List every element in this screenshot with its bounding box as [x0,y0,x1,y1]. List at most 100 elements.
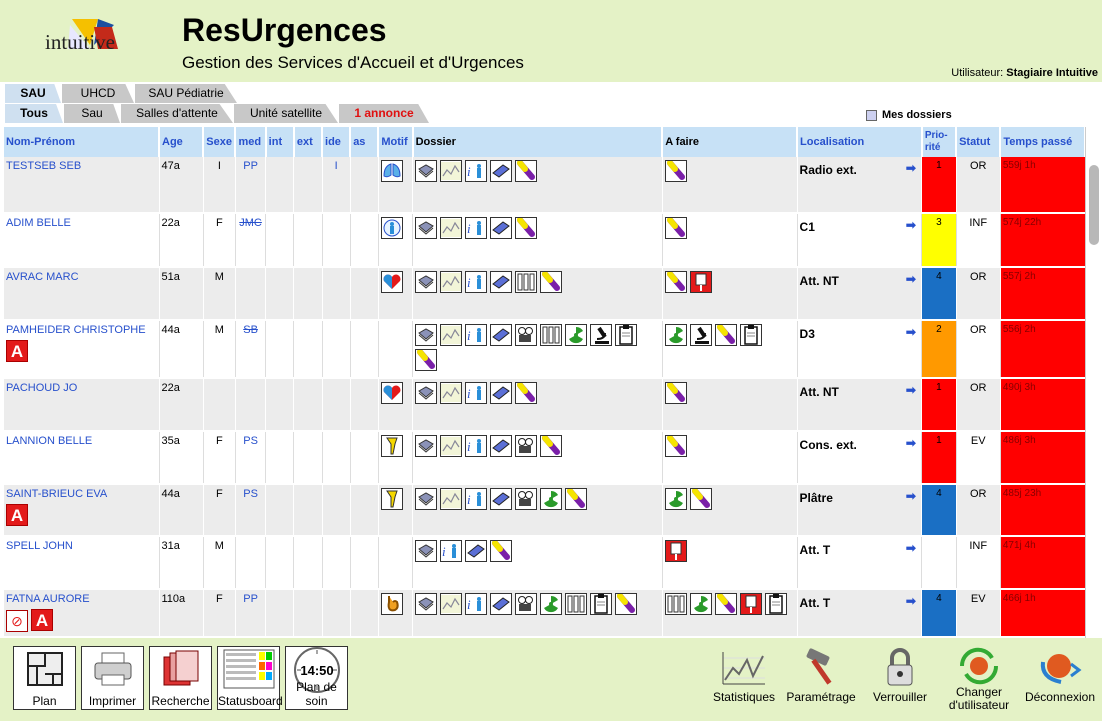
book-icon[interactable] [415,488,438,510]
cell-name[interactable]: FATNA AURORE ⊘ A [4,589,160,638]
vial-icon[interactable] [515,160,538,182]
info-icon[interactable]: i [465,217,488,239]
patient-name[interactable]: FATNA AURORE [6,593,157,605]
book-icon[interactable] [415,160,438,182]
table-row[interactable]: PACHOUD JO 22a i Att. NT ➡ 1 OR 490j 3h [4,378,1085,432]
tab-uhcd[interactable]: UHCD [62,84,134,103]
clipboard-icon[interactable] [615,324,638,346]
verrouiller-button[interactable]: Verrouiller [862,646,938,704]
radiation-icon[interactable] [540,593,563,615]
bone-icon[interactable] [380,435,403,457]
radiation-icon[interactable] [565,324,588,346]
parametrage-button[interactable]: Paramétrage [783,646,859,704]
vial-icon[interactable] [415,349,438,371]
vial-icon[interactable] [664,271,687,293]
cell-med[interactable] [235,267,267,321]
info-icon[interactable]: i [465,488,488,510]
camera-icon[interactable] [515,593,538,615]
cell-name[interactable]: SPELL JOHN [4,536,160,590]
plan-button[interactable]: Plan [13,646,76,710]
cell-priorite[interactable]: 1 [921,378,957,432]
notepad-icon[interactable] [490,160,513,182]
tab-tous[interactable]: Tous [5,104,63,123]
table-row[interactable]: SAINT-BRIEUC EVA A 44a F PS i Plâtre ➡ 4 OR 485j 2… [4,484,1085,537]
cell-ide[interactable] [322,431,351,485]
vial-icon[interactable] [714,593,737,615]
clipboard-icon[interactable] [764,593,787,615]
col-nom[interactable]: Nom-Prénom [4,127,160,157]
cell-ext[interactable] [293,484,323,537]
cell-motif[interactable] [378,589,414,638]
cell-ide[interactable] [322,213,351,268]
move-patient-icon[interactable]: ➡ [904,384,917,396]
cell-name[interactable]: AVRAC MARC [4,267,160,321]
iv-bag-icon[interactable] [689,271,712,293]
info-icon[interactable]: i [465,160,488,182]
vial-icon[interactable] [515,382,538,404]
patient-name[interactable]: TESTSEB SEB [6,160,157,172]
radiation-icon[interactable] [540,488,563,510]
cell-med[interactable]: PP [235,589,267,638]
vial-icon[interactable] [615,593,638,615]
cell-int[interactable] [265,484,295,537]
stomach-icon[interactable] [380,593,403,615]
col-as[interactable]: as [350,127,380,157]
scrollbar-thumb[interactable] [1089,165,1099,245]
move-patient-icon[interactable]: ➡ [904,437,917,449]
cell-as[interactable] [350,589,379,638]
col-temps[interactable]: Temps passé [1000,127,1085,157]
vial-icon[interactable] [490,540,513,562]
lungs-icon[interactable] [380,160,403,182]
heart-icon[interactable] [380,382,403,404]
chart-icon[interactable] [440,271,463,293]
cell-ide[interactable] [322,484,351,537]
cell-as[interactable] [350,213,379,268]
vial-icon[interactable] [515,217,538,239]
table-row[interactable]: LANNION BELLE 35a F PS i Cons. ext. ➡ 1 EV 486j 3… [4,431,1085,485]
iv-bag-icon[interactable] [739,593,762,615]
cell-priorite[interactable]: 4 [921,589,957,638]
radiation-icon[interactable] [689,593,712,615]
person-icon[interactable] [380,217,403,239]
cell-name[interactable]: TESTSEB SEB [4,157,160,214]
patient-name[interactable]: SAINT-BRIEUC EVA [6,488,157,500]
tab-salles-attente[interactable]: Salles d'attente [121,104,233,123]
table-row[interactable]: AVRAC MARC 51a Mi Att. NT ➡ 4 OR 557j 2h [4,267,1085,321]
chart-icon[interactable] [440,382,463,404]
cell-ext[interactable] [293,213,323,268]
move-patient-icon[interactable]: ➡ [904,490,917,502]
col-statut[interactable]: Statut [956,127,1002,157]
tab-sau-pediatrie[interactable]: SAU Pédiatrie [135,84,237,103]
clipboard-icon[interactable] [739,324,762,346]
col-med[interactable]: med [235,127,267,157]
book-icon[interactable] [415,435,438,457]
cell-localisation[interactable]: Att. NT ➡ [797,378,923,432]
book-icon[interactable] [415,217,438,239]
patient-name[interactable]: AVRAC MARC [6,271,157,283]
notepad-icon[interactable] [490,382,513,404]
cell-localisation[interactable]: C1 ➡ [797,213,923,268]
book-icon[interactable] [415,540,438,562]
cell-name[interactable]: SAINT-BRIEUC EVA A [4,484,160,537]
cell-motif[interactable] [378,431,414,485]
cell-motif[interactable] [378,484,414,537]
tab-annonce[interactable]: 1 annonce [339,104,429,123]
vial-icon[interactable] [714,324,737,346]
cell-as[interactable] [350,378,379,432]
cell-ext[interactable] [293,267,323,321]
notepad-icon[interactable] [465,540,488,562]
patient-name[interactable]: ADIM BELLE [6,217,157,229]
cell-priorite[interactable]: 1 [921,157,957,214]
chart-icon[interactable] [440,488,463,510]
tubes-icon[interactable] [515,271,538,293]
vial-icon[interactable] [664,217,687,239]
cell-med[interactable]: JMC [235,213,267,268]
col-ide[interactable]: ide [322,127,352,157]
cell-as[interactable] [350,484,379,537]
cell-priorite[interactable]: 2 [921,320,957,379]
cell-med[interactable]: PP [235,157,267,214]
cell-priorite[interactable] [921,536,957,590]
cell-motif[interactable] [378,536,414,590]
cell-ide[interactable] [322,589,351,638]
col-ext[interactable]: ext [293,127,324,157]
